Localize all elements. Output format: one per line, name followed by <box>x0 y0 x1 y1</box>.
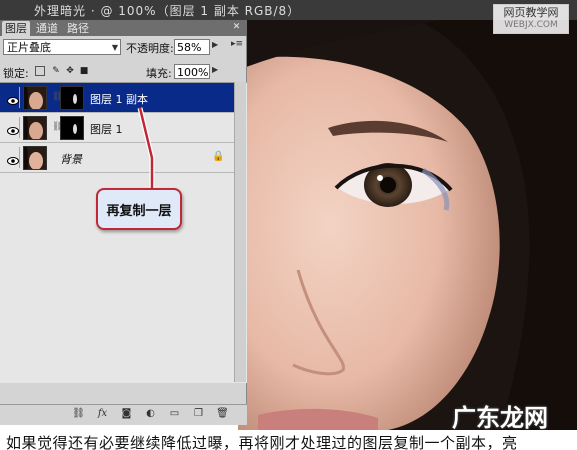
panel-bottom-bar: ⛓ fx ◙ ◐ ▭ ❐ 🗑 <box>0 404 247 425</box>
tab-channels[interactable]: 通道 <box>33 21 61 36</box>
fill-input[interactable]: 100% <box>174 64 210 79</box>
visibility-toggle[interactable] <box>2 87 20 108</box>
lock-move-icon[interactable]: ✥ <box>65 66 75 76</box>
layer-name: 图层 1 <box>90 123 123 136</box>
layer-thumbnail <box>23 116 47 140</box>
opacity-label: 不透明度: <box>126 42 174 55</box>
adjustment-layer-icon[interactable]: ◐ <box>144 408 157 420</box>
trash-icon[interactable]: 🗑 <box>216 408 229 420</box>
lock-paint-brush-icon[interactable]: ✎ <box>51 66 61 76</box>
tab-layers[interactable]: 图层 <box>2 21 30 36</box>
fill-label: 填充: <box>146 67 172 80</box>
visibility-toggle[interactable] <box>2 117 20 138</box>
site-watermark: 网页教学网 WEBJX.COM <box>493 4 569 34</box>
chevron-down-icon: ▼ <box>111 43 118 52</box>
new-layer-icon[interactable]: ❐ <box>192 408 205 420</box>
corner-watermark: 广东龙网 <box>452 404 548 432</box>
title-bar: 外理暗光 · @ 100%（图层 1 副本 RGB/8） <box>0 0 577 20</box>
add-mask-icon[interactable]: ◙ <box>120 408 133 420</box>
document-title: 外理暗光 · @ 100%（图层 1 副本 RGB/8） <box>34 4 301 18</box>
annotation-callout: 再复制一层 <box>96 188 182 230</box>
caption-text: 如果觉得还有必要继续降低过曝，再将刚才处理过的图层复制一个副本，亮 <box>6 434 518 450</box>
screenshot: 外理暗光 · @ 100%（图层 1 副本 RGB/8） 网页教学网 WEBJX… <box>0 0 577 450</box>
layer-lock-icon: 🔒 <box>212 151 225 162</box>
lock-transparent-icon[interactable] <box>35 66 45 76</box>
layer-mask-thumbnail[interactable] <box>60 86 84 110</box>
panel-tab-bar: 图层 通道 路径 ✕ <box>0 20 247 36</box>
portrait-image <box>238 20 577 430</box>
photo-canvas[interactable] <box>238 20 577 430</box>
tab-paths[interactable]: 路径 <box>64 21 92 36</box>
layer-name: 背景 <box>60 153 82 166</box>
eye-icon <box>7 157 19 165</box>
layer-thumbnail <box>23 86 47 110</box>
layer-style-icon[interactable]: fx <box>96 408 109 420</box>
layer-list: ⛓ 图层 1 副本 ⛓ 图层 1 背景 🔒 <box>0 82 247 383</box>
layer-row-layer1[interactable]: ⛓ 图层 1 <box>0 113 235 143</box>
layer-name: 图层 1 副本 <box>90 93 148 106</box>
panel-menu-icon[interactable]: ▸≡ <box>231 39 243 49</box>
caption-bar: 如果觉得还有必要继续降低过曝，再将刚才处理过的图层复制一个副本，亮 <box>0 430 577 450</box>
layer-mask-thumbnail[interactable] <box>60 116 84 140</box>
opacity-input[interactable]: 58% <box>174 39 210 55</box>
layer-thumbnail <box>23 146 47 170</box>
eye-icon <box>7 97 19 105</box>
blend-mode-select[interactable]: 正片叠底 ▼ <box>3 39 121 55</box>
lock-all-icon[interactable]: ■ <box>79 66 89 76</box>
link-layers-icon[interactable]: ⛓ <box>72 408 85 420</box>
blend-mode-value: 正片叠底 <box>7 41 51 54</box>
fill-slider-arrow-icon[interactable]: ▶ <box>212 65 218 74</box>
layer-list-scrollbar[interactable] <box>234 82 246 382</box>
site-watermark-name: 网页教学网 <box>503 6 559 19</box>
annotation-text: 再复制一层 <box>106 204 172 219</box>
visibility-toggle[interactable] <box>2 147 20 168</box>
close-icon[interactable]: ✕ <box>231 22 242 33</box>
group-folder-icon[interactable]: ▭ <box>168 408 181 420</box>
site-watermark-url: WEBJX.COM <box>504 20 558 30</box>
layer-row-copy[interactable]: ⛓ 图层 1 副本 <box>0 83 235 113</box>
lock-label: 锁定: <box>3 67 29 80</box>
opacity-slider-arrow-icon[interactable]: ▶ <box>212 40 218 49</box>
layer-row-background[interactable]: 背景 🔒 <box>0 143 235 173</box>
eye-icon <box>7 127 19 135</box>
